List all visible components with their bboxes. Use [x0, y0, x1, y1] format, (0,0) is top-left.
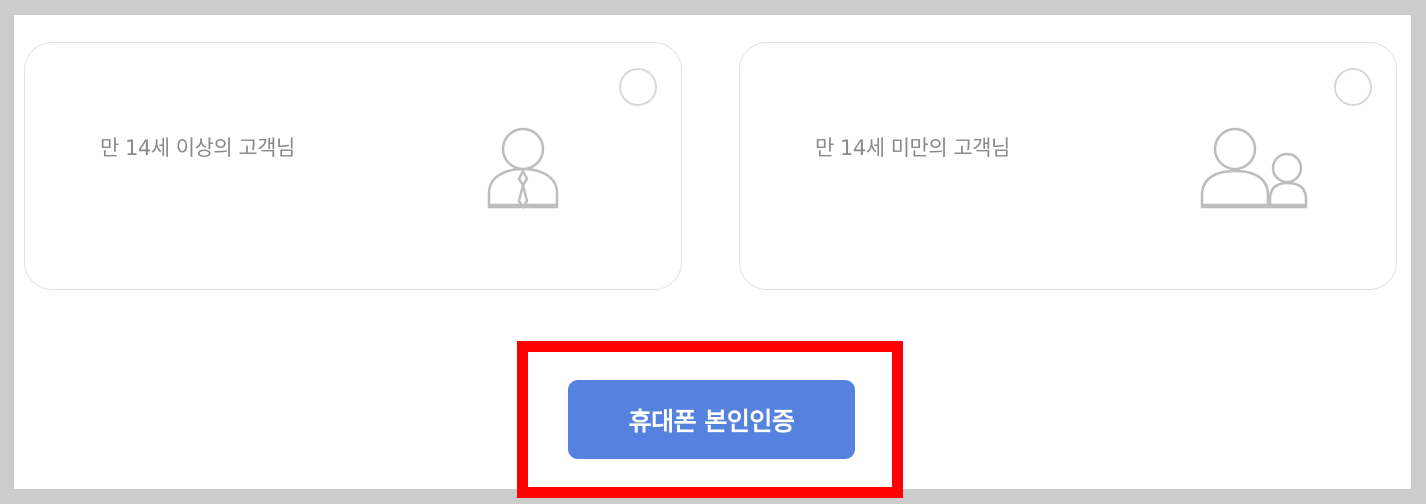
parent-child-icon — [1200, 125, 1316, 215]
option-label-minor: 만 14세 미만의 고객님 — [815, 136, 1010, 160]
phone-verification-button[interactable]: 휴대폰 본인인증 — [568, 380, 855, 459]
option-label-adult: 만 14세 이상의 고객님 — [100, 136, 295, 160]
option-card-adult[interactable]: 만 14세 이상의 고객님 — [24, 42, 682, 290]
radio-minor[interactable] — [1334, 68, 1372, 106]
adult-person-icon — [485, 125, 561, 213]
option-card-minor[interactable]: 만 14세 미만의 고객님 — [739, 42, 1397, 290]
radio-adult[interactable] — [619, 68, 657, 106]
